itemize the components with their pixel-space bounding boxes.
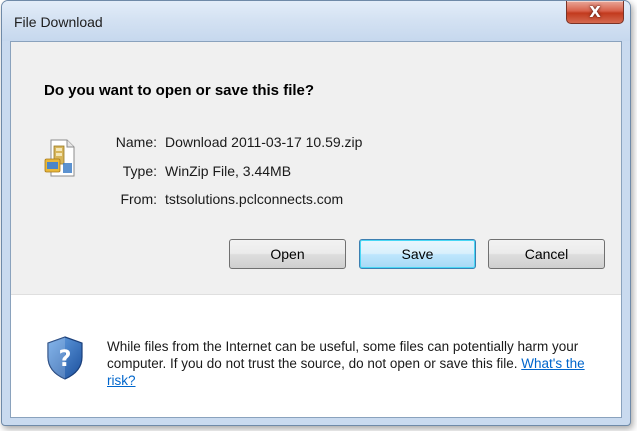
security-warning-panel: ? While files from the Internet can be u… — [11, 295, 621, 417]
title-bar[interactable]: File Download X — [2, 1, 630, 41]
file-source-label: From: — [120, 191, 157, 207]
dialog-content: Do you want to open or save this file? N… — [10, 41, 622, 418]
save-button[interactable]: Save — [359, 239, 476, 269]
cancel-button[interactable]: Cancel — [488, 239, 605, 269]
warning-text: While files from the Internet can be use… — [107, 339, 579, 371]
security-warning: While files from the Internet can be use… — [107, 338, 607, 389]
winzip-file-icon — [44, 139, 75, 177]
security-shield-icon: ? — [47, 336, 83, 380]
close-button[interactable]: X — [566, 1, 624, 24]
window-title: File Download — [14, 14, 103, 30]
svg-text:?: ? — [59, 347, 72, 372]
file-name-value: Download 2011-03-17 10.59.zip — [165, 134, 363, 150]
file-name-label: Name: — [115, 134, 157, 150]
dialog-question: Do you want to open or save this file? — [44, 82, 315, 99]
file-download-window: File Download X Do you want to open or s… — [1, 0, 631, 426]
file-type-label: Type: — [122, 163, 157, 179]
close-icon: X — [589, 3, 601, 21]
file-type-value: WinZip File, 3.44MB — [165, 163, 292, 179]
file-info-panel: Do you want to open or save this file? N… — [11, 42, 621, 294]
file-source-value: tstsolutions.pclconnects.com — [165, 191, 344, 207]
open-button[interactable]: Open — [229, 239, 346, 269]
